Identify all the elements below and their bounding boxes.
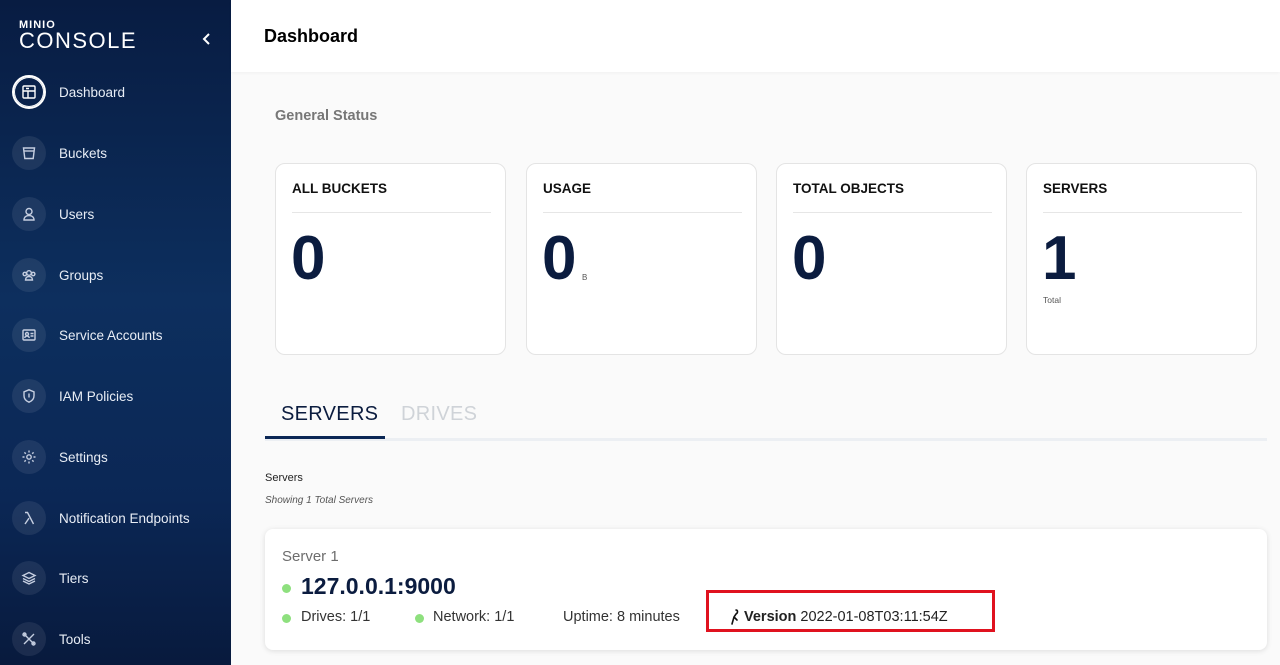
page-title: Dashboard — [264, 26, 359, 46]
layers-icon — [12, 561, 46, 595]
gear-icon — [12, 440, 46, 474]
card-subtext: Total — [1043, 295, 1061, 305]
card-divider — [1043, 212, 1242, 213]
tools-icon — [12, 622, 46, 656]
sidebar-item-label: Notification Endpoints — [59, 510, 190, 526]
card-value: 0 — [792, 224, 827, 293]
usage-card: USAGE 0 B — [526, 163, 757, 355]
card-title: USAGE — [543, 181, 592, 196]
service-account-icon — [12, 318, 46, 352]
all-buckets-card: ALL BUCKETS 0 — [275, 163, 506, 355]
server-name: Server 1 — [282, 548, 339, 565]
server-uptime: Uptime: 8 minutes — [563, 609, 680, 625]
logo-bottom: CONSOLE — [19, 28, 138, 53]
network-status-dot — [415, 614, 424, 623]
server-network: Network: 1/1 — [433, 609, 515, 625]
minio-logo[interactable]: MINIO CONSOLE — [19, 20, 137, 52]
chevron-left-icon — [202, 33, 210, 45]
sidebar-item-label: IAM Policies — [59, 388, 134, 404]
sidebar-item-label: Settings — [59, 449, 108, 465]
servers-count: Showing 1 Total Servers — [265, 495, 374, 506]
sidebar-item-dashboard[interactable]: Dashboard — [12, 72, 222, 112]
page-header: Dashboard — [231, 0, 1280, 72]
card-title: TOTAL OBJECTS — [793, 181, 905, 196]
bucket-icon — [12, 136, 46, 170]
card-divider — [793, 212, 992, 213]
lambda-icon — [12, 501, 46, 535]
version-value: 2022-01-08T03:11:54Z — [800, 609, 948, 625]
sidebar-item-label: Buckets — [59, 145, 108, 161]
tab-bar: SERVERS DRIVES — [265, 395, 1267, 441]
tab-drives[interactable]: DRIVES — [401, 403, 477, 426]
sidebar-item-label: Tiers — [59, 570, 89, 586]
sidebar-item-tools[interactable]: Tools — [12, 619, 222, 659]
user-icon — [12, 197, 46, 231]
card-unit: B — [582, 273, 588, 282]
sidebar: MINIO CONSOLE Dashboard Buckets Users Gr… — [0, 0, 231, 665]
tab-servers[interactable]: SERVERS — [281, 403, 378, 426]
sidebar-item-service-accounts[interactable]: Service Accounts — [12, 315, 222, 355]
collapse-sidebar-button[interactable] — [198, 30, 216, 48]
sidebar-item-label: Dashboard — [59, 84, 126, 100]
active-tab-indicator — [265, 436, 385, 439]
sidebar-item-users[interactable]: Users — [12, 194, 222, 234]
sidebar-item-label: Tools — [59, 631, 91, 647]
drives-status-dot — [282, 614, 291, 623]
sidebar-item-label: Users — [59, 206, 95, 222]
version-label: Version — [744, 609, 797, 625]
dashboard-icon — [12, 75, 46, 109]
sidebar-item-notification-endpoints[interactable]: Notification Endpoints — [12, 498, 222, 538]
server-version: Version 2022-01-08T03:11:54Z — [729, 608, 948, 626]
servers-section-label: Servers — [265, 472, 303, 484]
version-icon — [731, 609, 739, 625]
groups-icon — [12, 258, 46, 292]
server-address: 127.0.0.1:9000 — [301, 573, 456, 599]
card-title: ALL BUCKETS — [292, 181, 388, 196]
card-title: SERVERS — [1043, 181, 1108, 196]
server-status-dot — [282, 584, 291, 593]
card-value: 0 — [291, 224, 326, 293]
card-divider — [292, 212, 491, 213]
card-divider — [543, 212, 742, 213]
sidebar-item-tiers[interactable]: Tiers — [12, 558, 222, 598]
total-objects-card: TOTAL OBJECTS 0 — [776, 163, 1007, 355]
sidebar-item-settings[interactable]: Settings — [12, 437, 222, 477]
server-drives: Drives: 1/1 — [301, 609, 371, 625]
servers-card: SERVERS 1 Total — [1026, 163, 1257, 355]
general-status-title: General Status — [275, 108, 378, 124]
sidebar-item-iam-policies[interactable]: IAM Policies — [12, 376, 222, 416]
card-value: 1 — [1042, 224, 1077, 293]
sidebar-item-label: Service Accounts — [59, 327, 163, 343]
sidebar-item-label: Groups — [59, 267, 104, 283]
sidebar-item-groups[interactable]: Groups — [12, 255, 222, 295]
card-value: 0 — [542, 224, 577, 293]
shield-icon — [12, 379, 46, 413]
sidebar-item-buckets[interactable]: Buckets — [12, 133, 222, 173]
